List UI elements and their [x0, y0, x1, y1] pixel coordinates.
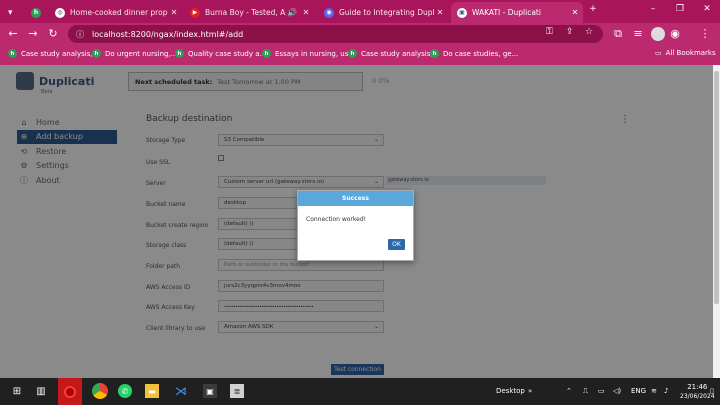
bookmark-icon: h [430, 49, 439, 58]
back-icon[interactable]: ← [6, 27, 20, 41]
bookmark-icon: h [262, 49, 271, 58]
bookmark-icon: h [175, 49, 184, 58]
speaker-icon[interactable]: 🔊 [286, 8, 298, 17]
close-icon[interactable]: ✕ [300, 8, 312, 17]
page-scrollbar[interactable] [713, 65, 720, 378]
pinned-tab[interactable]: h [28, 2, 44, 23]
language-indicator[interactable]: ENG [631, 387, 646, 395]
bookmark-5[interactable]: h Case study analysis,... [348, 49, 439, 58]
discord-icon: ◉ [324, 7, 334, 18]
bookmark-icon: h [92, 49, 101, 58]
minimize-icon[interactable]: – [644, 4, 662, 14]
ok-button[interactable]: OK [388, 239, 405, 250]
maximize-icon[interactable]: ❐ [671, 4, 689, 14]
desktop-chevron-icon[interactable]: » [528, 387, 532, 395]
desktop-toolbar[interactable]: Desktop [496, 387, 525, 395]
bookmark-6[interactable]: h Do case studies, ge... [430, 49, 518, 58]
bookmark-2[interactable]: h Do urgent nursing,... [92, 49, 177, 58]
close-window-icon[interactable]: ✕ [698, 4, 716, 14]
star-icon[interactable]: ☆ [585, 27, 593, 37]
h-icon: ◎ [55, 7, 65, 18]
bookmark-icon: h [8, 49, 17, 58]
bookmark-3[interactable]: h Quality case study a... [175, 49, 266, 58]
chrome-icon[interactable] [92, 383, 108, 399]
kebab-menu-icon[interactable]: ⋮ [698, 27, 712, 41]
tab-wakati[interactable]: ▣ WAKATI - Duplicati ✕ [451, 2, 583, 23]
browser-chrome: ▾ h ◎ Home-cooked dinner proposal ✕ ▶ Bu… [0, 0, 720, 65]
tray-overflow-icon[interactable]: ⌃ [566, 387, 572, 395]
tab-list-button[interactable]: ▾ [4, 2, 24, 23]
tab-guide[interactable]: ◉ Guide to Integrating Duplicati t ✕ [318, 2, 448, 23]
success-dialog: Success Connection worked! OK [297, 190, 414, 261]
share-icon[interactable]: ⇪ [566, 27, 574, 37]
bookmarks-bar: h Case study analysis,... h Do urgent nurs… [0, 45, 720, 65]
whatsapp-icon[interactable]: ✆ [118, 384, 132, 398]
opera-icon[interactable] [58, 378, 82, 405]
toolbar: ← → ↻ ⓘ localhost:8200/ngax/index.html#/… [0, 23, 720, 45]
youtube-icon: ▶ [190, 7, 200, 18]
password-key-icon[interactable]: ⚿ [546, 27, 553, 37]
forward-icon[interactable]: → [26, 27, 40, 41]
bookmark-4[interactable]: h Essays in nursing, us... [262, 49, 355, 58]
profile-avatar[interactable] [651, 27, 665, 41]
file-explorer-icon[interactable]: ▬ [145, 384, 159, 398]
menu-list-icon[interactable]: ≡ [631, 27, 645, 41]
notepad-icon[interactable]: ≣ [230, 384, 244, 398]
vscode-icon[interactable]: ⋊ [174, 384, 188, 398]
sound-icon[interactable]: ♪ [664, 387, 668, 395]
extensions-icon[interactable]: ⧉ [611, 27, 625, 41]
tab-strip: ▾ h ◎ Home-cooked dinner proposal ✕ ▶ Bu… [0, 0, 720, 23]
close-icon[interactable]: ✕ [434, 8, 446, 17]
bookmark-1[interactable]: h Case study analysis,... [8, 49, 99, 58]
all-bookmarks[interactable]: ▭ All Bookmarks [655, 49, 716, 57]
tab-home-cooked[interactable]: ◎ Home-cooked dinner proposal ✕ [49, 2, 182, 23]
new-tab-icon[interactable]: + [584, 4, 602, 14]
dialog-title: Success [298, 191, 413, 206]
dialog-message: Connection worked! [306, 216, 367, 223]
address-bar[interactable]: ⓘ localhost:8200/ngax/index.html#/add ⚿ … [68, 25, 603, 43]
battery-icon[interactable]: ▭ [598, 387, 605, 395]
wifi-icon[interactable]: ≋ [651, 387, 657, 395]
site-info-icon[interactable]: ⓘ [76, 29, 84, 40]
bookmark-icon: h [348, 49, 357, 58]
reload-icon[interactable]: ↻ [46, 27, 60, 41]
duplicati-icon: ▣ [457, 7, 467, 18]
scrollbar-thumb[interactable] [714, 71, 719, 304]
start-icon[interactable]: ⊞ [10, 384, 24, 398]
task-view-icon[interactable]: ▥ [34, 384, 48, 398]
tab-burna-boy[interactable]: ▶ Burna Boy - Tested, Approv 🔊 ✕ [184, 2, 314, 23]
close-icon[interactable]: ✕ [569, 8, 581, 17]
volume-icon[interactable]: ◁) [613, 387, 621, 395]
taskbar: ⊞ ▥ ✆ ▬ ⋊ ▣ ≣ Desktop » ⌃ ⎍ ▭ ◁) ENG ≋ ♪… [0, 378, 720, 405]
url-text: localhost:8200/ngax/index.html#/add [92, 29, 244, 39]
notifications-icon[interactable]: ▯ [710, 387, 714, 395]
network-icon[interactable]: ⎍ [583, 387, 588, 396]
photos-icon[interactable]: ▣ [203, 384, 217, 398]
profile-avatar-2[interactable]: ◉ [668, 27, 682, 41]
close-icon[interactable]: ✕ [168, 8, 180, 17]
folder-icon: ▭ [655, 49, 662, 57]
